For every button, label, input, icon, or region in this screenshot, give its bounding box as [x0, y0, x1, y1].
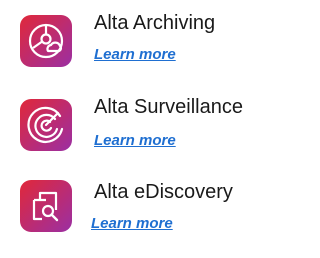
learn-more-link[interactable]: Learn more: [91, 215, 173, 233]
product-title: Alta Archiving: [94, 12, 216, 34]
product-title: Alta Surveillance: [94, 96, 243, 118]
learn-more-link[interactable]: Learn more: [94, 46, 176, 64]
product-alta-surveillance: Alta Surveillance Learn more: [0, 92, 298, 162]
product-alta-ediscovery: Alta eDiscovery Learn more: [0, 178, 298, 248]
product-title: Alta eDiscovery: [94, 181, 233, 203]
radar-icon[interactable]: [20, 99, 72, 151]
product-alta-archiving: Alta Archiving Learn more: [0, 8, 298, 78]
document-search-icon[interactable]: [20, 180, 72, 232]
archive-cloud-icon[interactable]: [20, 15, 72, 67]
learn-more-link[interactable]: Learn more: [94, 132, 176, 150]
